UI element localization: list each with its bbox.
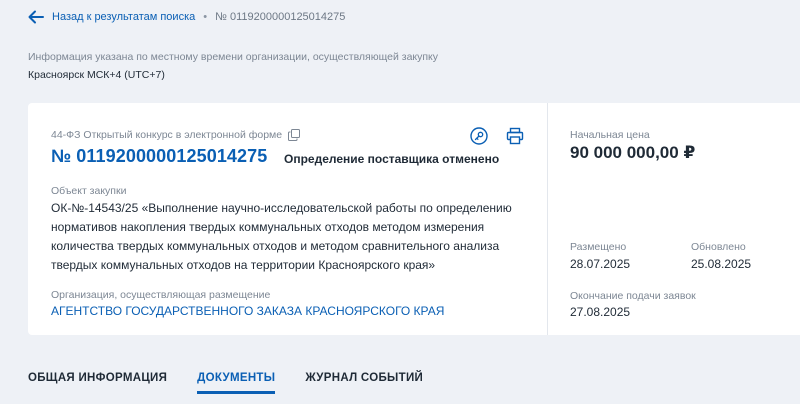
printer-icon[interactable]: [506, 127, 524, 145]
timezone-note: Информация указана по местному времени о…: [28, 51, 439, 63]
purchase-number[interactable]: № 0119200000125014275: [51, 146, 267, 167]
arrow-left-icon[interactable]: [28, 10, 44, 24]
card-divider: [547, 103, 548, 335]
organization-label: Организация, осуществляющая размещение: [51, 289, 271, 301]
key-icon[interactable]: [470, 127, 488, 145]
law-type: 44-ФЗ Открытый конкурс в электронной фор…: [51, 129, 301, 141]
posted-date-value: 28.07.2025: [570, 257, 631, 271]
timezone-value: Красноярск МСК+4 (UTC+7): [28, 69, 165, 81]
back-to-results-link[interactable]: Назад к результатам поиска: [52, 11, 195, 23]
initial-price-label: Начальная цена: [570, 129, 650, 141]
updated-date-label: Обновлено: [691, 241, 746, 253]
tab-event-log[interactable]: ЖУРНАЛ СОБЫТИЙ: [305, 372, 423, 394]
posted-date-label: Размещено: [570, 241, 627, 253]
tab-documents[interactable]: ДОКУМЕНТЫ: [197, 372, 276, 394]
tab-bar: ОБЩАЯ ИНФОРМАЦИЯ ДОКУМЕНТЫ ЖУРНАЛ СОБЫТИ…: [28, 372, 453, 394]
breadcrumb-separator: •: [203, 11, 208, 23]
status-text: Определение поставщика отменено: [284, 152, 500, 166]
deadline-value: 27.08.2025: [570, 305, 631, 319]
copy-icon[interactable]: [288, 129, 301, 141]
breadcrumb: Назад к результатам поиска • № 011920000…: [28, 9, 345, 25]
initial-price-value: 90 000 000,00 ₽: [570, 143, 696, 162]
purchase-card: 44-ФЗ Открытый конкурс в электронной фор…: [28, 103, 800, 335]
breadcrumb-current: № 0119200000125014275: [215, 11, 346, 23]
tab-general-info[interactable]: ОБЩАЯ ИНФОРМАЦИЯ: [28, 372, 167, 394]
organization-link[interactable]: АГЕНТСТВО ГОСУДАРСТВЕННОГО ЗАКАЗА КРАСНО…: [51, 304, 444, 318]
deadline-label: Окончание подачи заявок: [570, 290, 696, 302]
purchase-object-label: Объект закупки: [51, 185, 127, 197]
purchase-object-text: ОК-№-14543/25 «Выполнение научно-исследо…: [51, 201, 512, 272]
updated-date-value: 25.08.2025: [691, 257, 752, 271]
law-type-label: 44-ФЗ Открытый конкурс в электронной фор…: [51, 129, 283, 141]
